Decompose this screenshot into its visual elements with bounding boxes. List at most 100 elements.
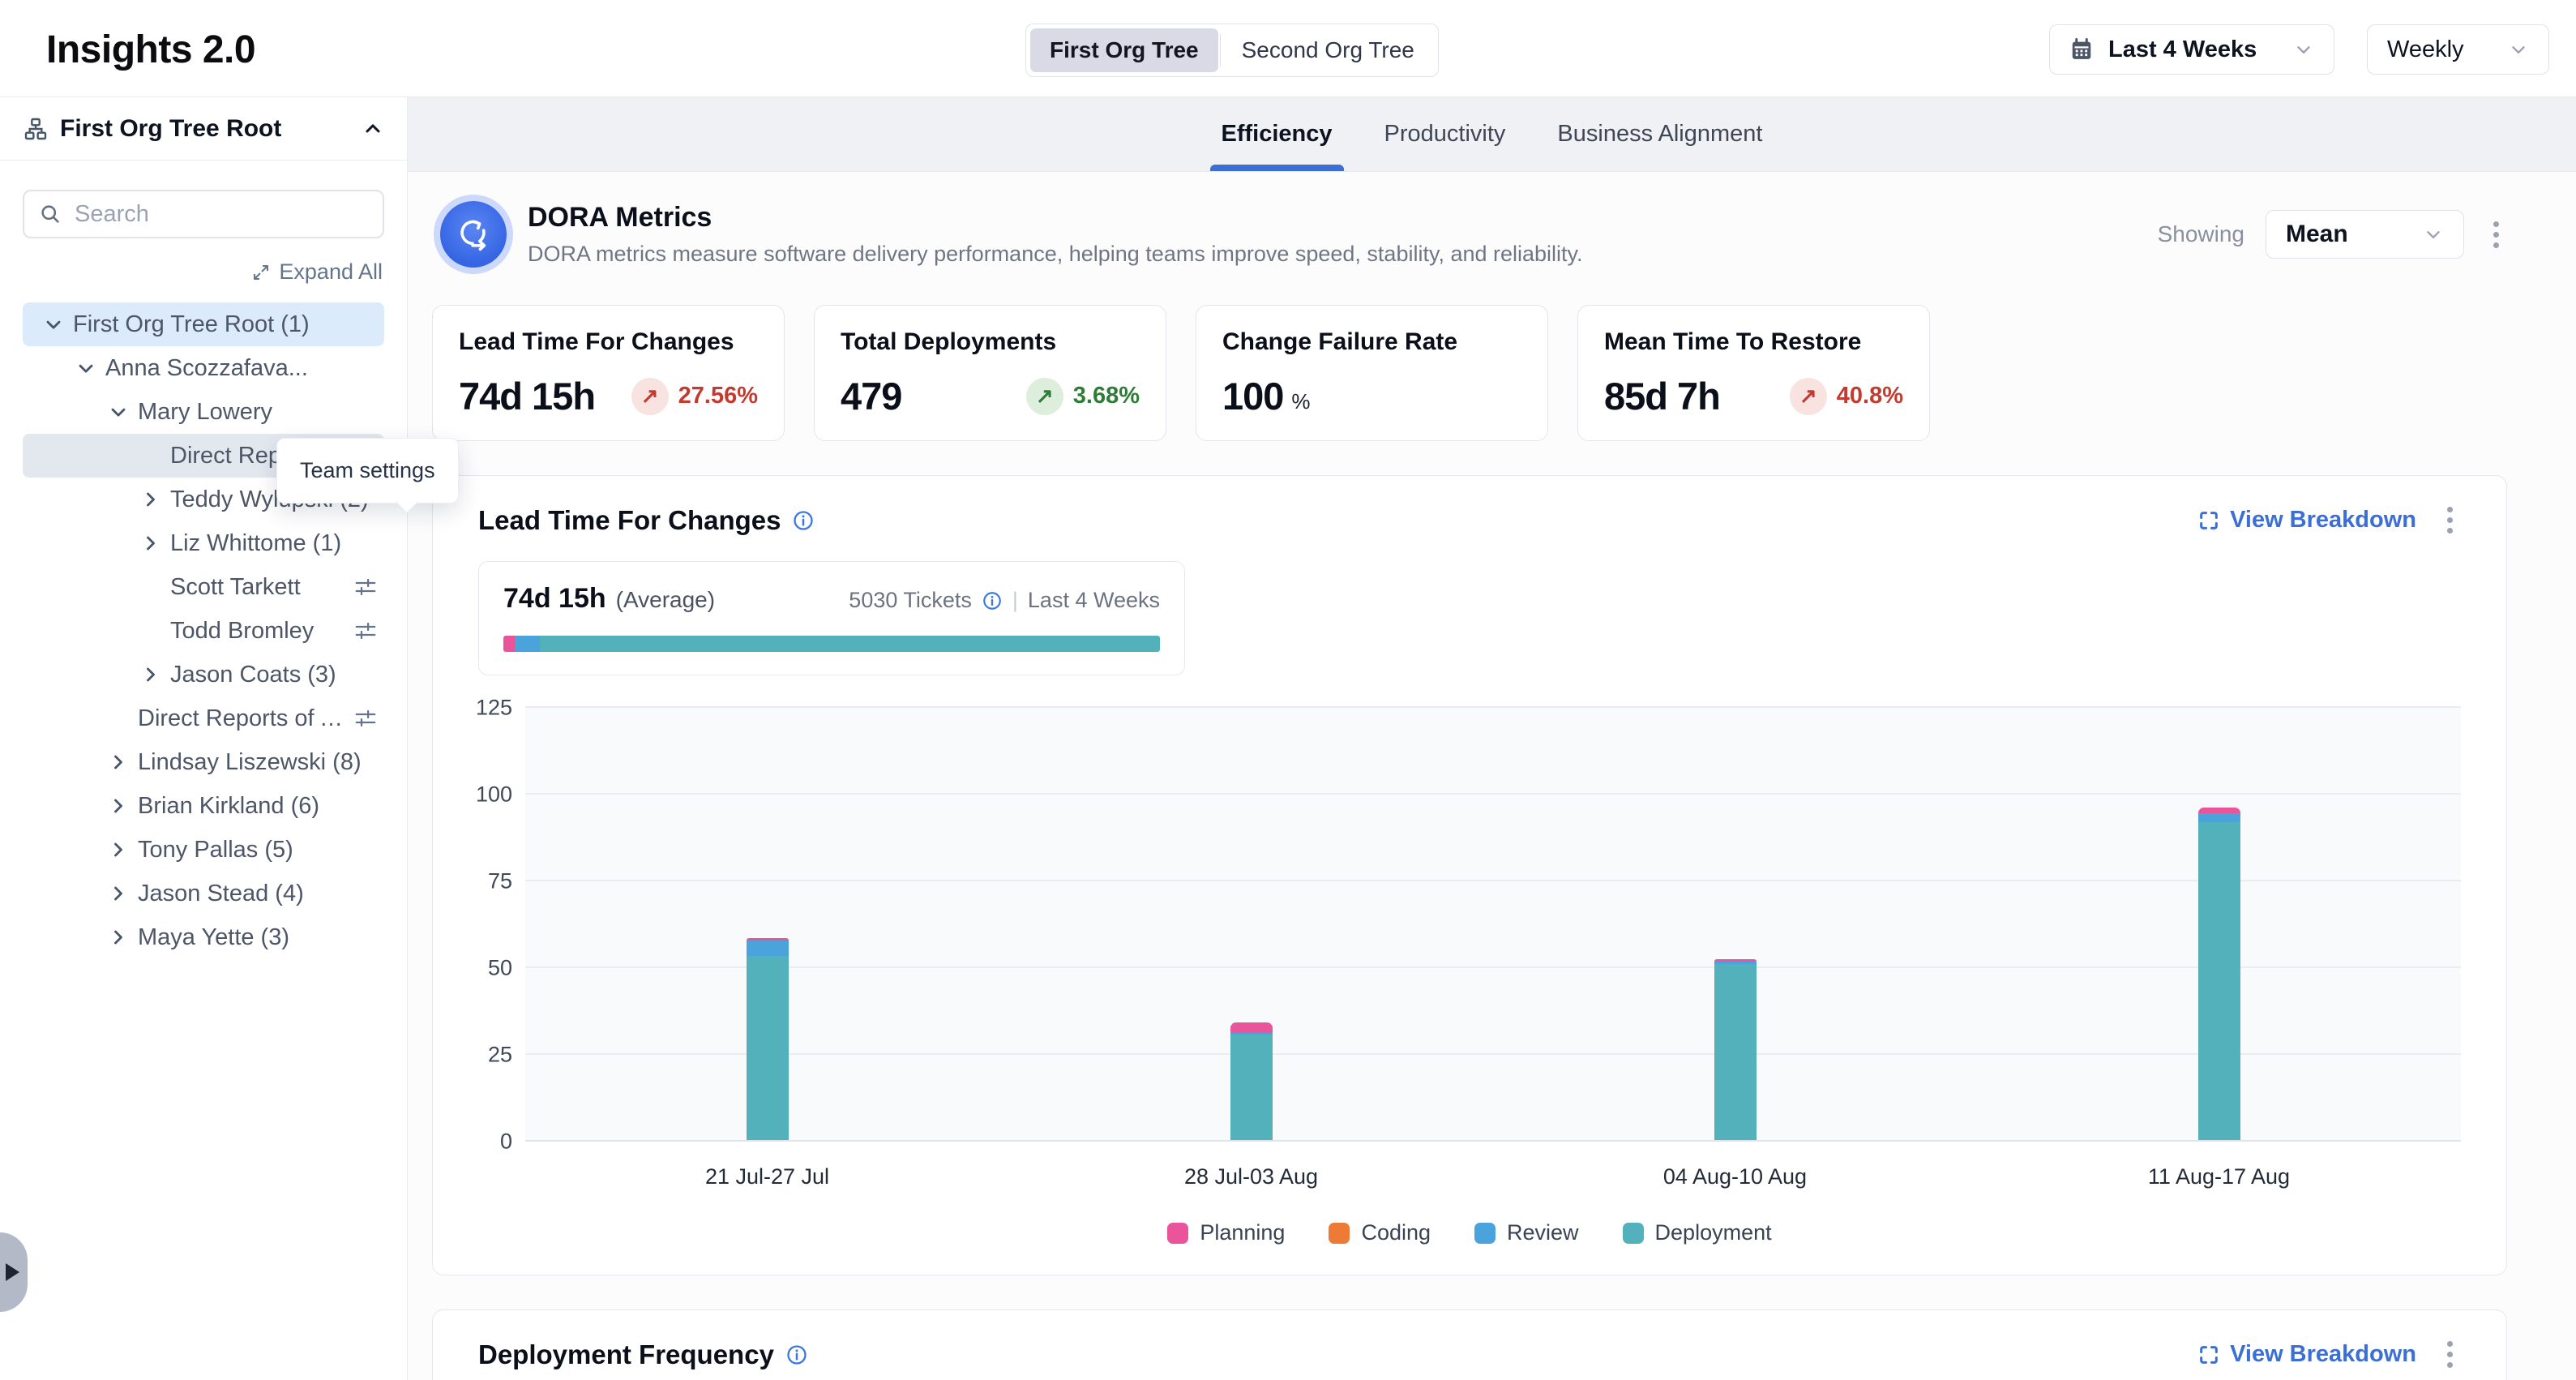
metric-card-total-deployments[interactable]: Total Deployments 479 ↗ 3.68% bbox=[814, 305, 1166, 441]
tab-label: Efficiency bbox=[1222, 121, 1333, 148]
sidebar-collapse-chevron-up-icon[interactable] bbox=[362, 118, 384, 140]
tab-business-alignment[interactable]: Business Alignment bbox=[1557, 97, 1762, 171]
metric-card-mean-time-to-restore[interactable]: Mean Time To Restore 85d 7h ↗ 40.8% bbox=[1577, 305, 1930, 441]
team-settings-tooltip: Team settings bbox=[276, 438, 459, 504]
tree-item[interactable]: Tony Pallas (5) bbox=[23, 828, 384, 872]
team-settings-icon[interactable] bbox=[353, 575, 384, 599]
tree-item[interactable]: Todd Bromley bbox=[23, 609, 384, 653]
y-axis-tick: 50 bbox=[488, 956, 512, 981]
chevron-down-icon[interactable] bbox=[75, 357, 101, 379]
efficiency-panel: DORA Metrics DORA metrics measure softwa… bbox=[408, 172, 2576, 1380]
tree-item[interactable]: Lindsay Liszewski (8) bbox=[23, 740, 384, 784]
bar-04 Aug-10 Aug[interactable] bbox=[1714, 959, 1757, 1140]
summary-value: 74d 15h bbox=[503, 583, 606, 615]
granularity-select[interactable]: Weekly bbox=[2367, 24, 2549, 75]
chevron-right-icon[interactable] bbox=[139, 488, 165, 511]
tab-efficiency[interactable]: Efficiency bbox=[1222, 97, 1333, 171]
metric-delta: ↗ 3.68% bbox=[1026, 378, 1140, 415]
tree-item[interactable]: Jason Coats (3) bbox=[23, 653, 384, 696]
chart-kebab-menu-icon[interactable] bbox=[2439, 502, 2461, 538]
org-toggle-first[interactable]: First Org Tree bbox=[1030, 28, 1218, 72]
chevron-down-icon[interactable] bbox=[107, 401, 133, 423]
tree-item-label: First Org Tree Root (1) bbox=[73, 311, 310, 338]
tab-label: Productivity bbox=[1384, 121, 1506, 148]
legend-label: Deployment bbox=[1655, 1220, 1772, 1245]
team-settings-icon[interactable] bbox=[353, 706, 384, 731]
chevron-down-icon bbox=[2508, 39, 2529, 60]
y-axis-tick: 100 bbox=[476, 782, 512, 808]
metric-card-change-failure-rate[interactable]: Change Failure Rate 100 % bbox=[1196, 305, 1548, 441]
main-content: Efficiency Productivity Business Alignme… bbox=[408, 97, 2576, 1380]
gridline bbox=[525, 966, 2461, 968]
team-settings-icon[interactable] bbox=[353, 619, 384, 643]
date-range-select[interactable]: Last 4 Weeks bbox=[2049, 24, 2334, 75]
metric-title: Change Failure Rate bbox=[1222, 328, 1521, 356]
x-axis-label: 21 Jul-27 Jul bbox=[525, 1164, 1009, 1189]
metric-value: 85d 7h bbox=[1604, 374, 1720, 418]
showing-label: Showing bbox=[2158, 221, 2244, 247]
tree-item[interactable]: Liz Whittome (1) bbox=[23, 521, 384, 565]
lead-time-legend: Planning Coding Review Deployment bbox=[478, 1220, 2461, 1245]
legend-item-deployment[interactable]: Deployment bbox=[1623, 1220, 1772, 1245]
chart-title: Lead Time For Changes bbox=[478, 505, 781, 536]
dora-kebab-menu-icon[interactable] bbox=[2485, 216, 2507, 253]
chevron-down-icon[interactable] bbox=[42, 313, 68, 336]
view-breakdown-button[interactable]: View Breakdown bbox=[2197, 1341, 2416, 1368]
showing-select[interactable]: Mean bbox=[2266, 210, 2464, 259]
metric-delta: ↗ 27.56% bbox=[631, 378, 758, 415]
legend-swatch bbox=[1329, 1223, 1350, 1244]
tab-productivity[interactable]: Productivity bbox=[1384, 97, 1506, 171]
legend-swatch bbox=[1474, 1223, 1496, 1244]
bar-11 Aug-17 Aug[interactable] bbox=[2198, 808, 2240, 1140]
dora-header: DORA Metrics DORA metrics measure softwa… bbox=[432, 201, 2507, 268]
info-icon[interactable] bbox=[792, 509, 815, 532]
legend-swatch bbox=[1623, 1223, 1644, 1244]
bar-segment-planning bbox=[1230, 1022, 1273, 1034]
tree-item[interactable]: Anna Scozzafava... bbox=[23, 346, 384, 390]
tree-item-label: Mary Lowery bbox=[138, 399, 272, 426]
delta-percent: 3.68% bbox=[1073, 383, 1140, 409]
org-toggle-second[interactable]: Second Org Tree bbox=[1222, 28, 1434, 72]
search-icon bbox=[39, 203, 62, 225]
lead-time-chart: 0255075100125 bbox=[478, 708, 2461, 1142]
chevron-right-icon[interactable] bbox=[139, 532, 165, 555]
tree-item[interactable]: First Org Tree Root (1) bbox=[23, 302, 384, 346]
legend-item-coding[interactable]: Coding bbox=[1329, 1220, 1431, 1245]
info-icon[interactable] bbox=[785, 1344, 808, 1366]
sidebar-title: First Org Tree Root bbox=[60, 115, 281, 143]
chevron-right-icon[interactable] bbox=[139, 663, 165, 686]
view-breakdown-button[interactable]: View Breakdown bbox=[2197, 507, 2416, 534]
chevron-right-icon[interactable] bbox=[107, 838, 133, 861]
tree-item[interactable]: Scott Tarkett bbox=[23, 565, 384, 609]
chevron-right-icon[interactable] bbox=[107, 795, 133, 817]
chevron-right-icon[interactable] bbox=[107, 751, 133, 774]
bar-segment-deployment bbox=[1230, 1035, 1273, 1140]
metric-title: Mean Time To Restore bbox=[1604, 328, 1903, 356]
tree-item[interactable]: Brian Kirkland (6) bbox=[23, 784, 384, 828]
bar-28 Jul-03 Aug[interactable] bbox=[1230, 1022, 1273, 1140]
expand-corners-icon bbox=[2197, 509, 2220, 532]
search-input[interactable] bbox=[75, 201, 368, 228]
info-icon[interactable] bbox=[982, 590, 1003, 611]
tree-item[interactable]: Mary Lowery bbox=[23, 390, 384, 434]
tree-item-label: Liz Whittome (1) bbox=[170, 530, 341, 557]
bar-21 Jul-27 Jul[interactable] bbox=[747, 938, 789, 1140]
tree-item-label: Brian Kirkland (6) bbox=[138, 793, 319, 820]
view-breakdown-label: View Breakdown bbox=[2230, 1341, 2416, 1368]
tree-item[interactable]: Direct Reports of A... bbox=[23, 696, 384, 740]
gridline bbox=[525, 1053, 2461, 1055]
chevron-right-icon[interactable] bbox=[107, 882, 133, 905]
org-tree-toggle: First Org Tree Second Org Tree bbox=[1025, 24, 1439, 77]
metric-card-lead-time[interactable]: Lead Time For Changes 74d 15h ↗ 27.56% bbox=[432, 305, 785, 441]
metric-value: 479 bbox=[841, 374, 901, 418]
legend-item-review[interactable]: Review bbox=[1474, 1220, 1579, 1245]
tree-item[interactable]: Maya Yette (3) bbox=[23, 915, 384, 959]
expand-all-button[interactable]: Expand All bbox=[251, 259, 383, 285]
legend-item-planning[interactable]: Planning bbox=[1167, 1220, 1285, 1245]
app-title: Insights 2.0 bbox=[46, 28, 255, 72]
summary-qualifier: (Average) bbox=[616, 587, 715, 613]
gridline bbox=[525, 793, 2461, 795]
tree-item[interactable]: Jason Stead (4) bbox=[23, 872, 384, 915]
chart-kebab-menu-icon[interactable] bbox=[2439, 1336, 2461, 1373]
chevron-right-icon[interactable] bbox=[107, 926, 133, 949]
